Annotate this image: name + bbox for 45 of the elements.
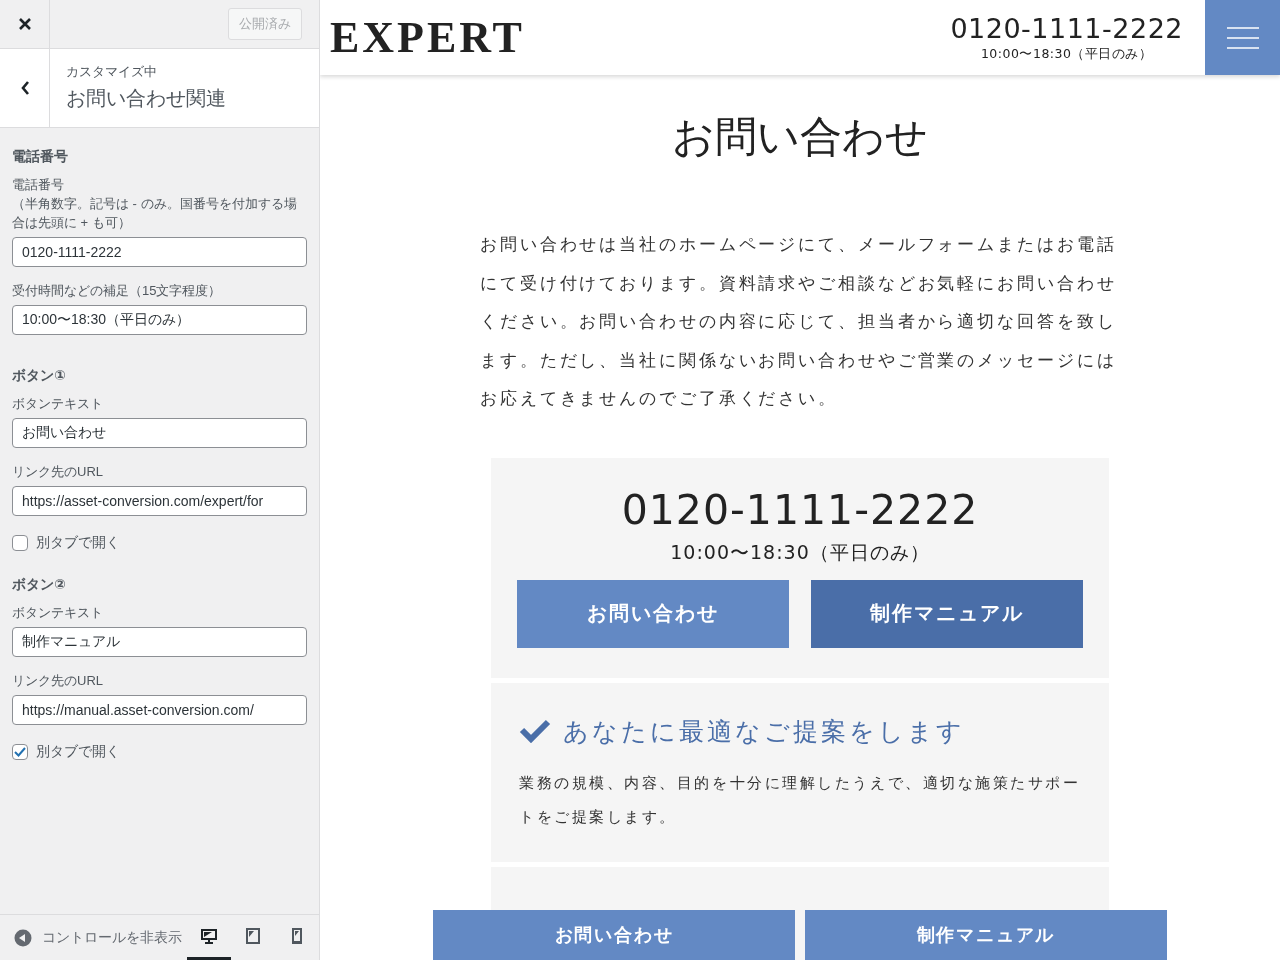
feature-title: あなたに最適なご提案をします	[563, 715, 965, 748]
field-label: ボタンテキスト	[12, 395, 104, 413]
field-hint: （半角数字。記号は - のみ。国番号を付加する場合は先頭に + も可）	[12, 195, 298, 232]
field-label: リンク先のURL	[12, 672, 104, 690]
site-logo[interactable]: EXPERT	[330, 12, 525, 63]
checkbox-label: 別タブで開く	[36, 534, 120, 552]
hide-controls-button[interactable]: コントロールを非表示	[14, 928, 188, 947]
check-icon	[519, 719, 551, 743]
section-heading: 電話番号	[12, 148, 69, 166]
field-label: 電話番号	[12, 176, 65, 194]
close-icon	[18, 18, 31, 30]
section-heading: ボタン①	[12, 367, 67, 385]
chevron-left-icon	[19, 80, 30, 96]
feature-text: 業務の規模、内容、目的を十分に理解したうえで、適切な施策たサポートをご提案します。	[519, 772, 1081, 828]
panel-subtitle: カスタマイズ中	[66, 63, 158, 81]
field-label: ボタンテキスト	[12, 604, 104, 622]
field-label: 受付時間などの補足（15文字程度）	[12, 282, 223, 300]
input-field[interactable]: https://manual.asset-conversion.com/	[12, 695, 307, 725]
menu-button[interactable]	[1205, 0, 1280, 75]
header-hours: 10:00〜18:30（平日のみ）	[980, 45, 1153, 63]
checkbox[interactable]	[12, 744, 28, 760]
field-label: リンク先のURL	[12, 463, 104, 481]
input-field[interactable]: 0120-1111-2222	[12, 237, 307, 267]
tablet-icon	[245, 927, 262, 945]
contact-button[interactable]: お問い合わせ	[517, 579, 789, 648]
input-field[interactable]: 制作マニュアル	[12, 627, 307, 657]
collapse-icon	[14, 928, 32, 947]
menu-icon	[1226, 26, 1259, 49]
input-field[interactable]: 10:00〜18:30（平日のみ）	[12, 305, 307, 335]
bottom-bar-button[interactable]: 制作マニュアル	[805, 910, 1167, 960]
contact-phone: 0120-1111-2222	[621, 485, 979, 534]
bottom-bar-button[interactable]: お問い合わせ	[433, 910, 795, 960]
contact-button[interactable]: 制作マニュアル	[811, 579, 1083, 648]
panel-title: お問い合わせ関連	[66, 86, 226, 111]
desktop-icon	[200, 927, 219, 945]
input-field[interactable]: https://asset-conversion.com/expert/for	[12, 486, 307, 516]
section-heading: ボタン②	[12, 576, 67, 594]
contact-hours: 10:00〜18:30（平日のみ）	[670, 539, 930, 565]
page-title: お問い合わせ	[672, 113, 928, 162]
input-field[interactable]: お問い合わせ	[12, 418, 307, 448]
intro-paragraph: お問い合わせは当社のホームページにて、メールフォームまたはお電話にて受け付けております。資料請求やご相談などお気軽にお問い合わせください。お問い合わせの内容に応じて、担当者から適切な回答を致します。ただし、当社に関係ないお問い合わせやご営業のメッセージにはお応えてきませんのでご了承ください。	[480, 233, 1118, 410]
checkbox[interactable]	[12, 535, 28, 551]
checkbox-label: 別タブで開く	[36, 743, 120, 761]
header-phone: 0120-1111-2222	[950, 12, 1183, 44]
smartphone-icon	[291, 927, 304, 945]
